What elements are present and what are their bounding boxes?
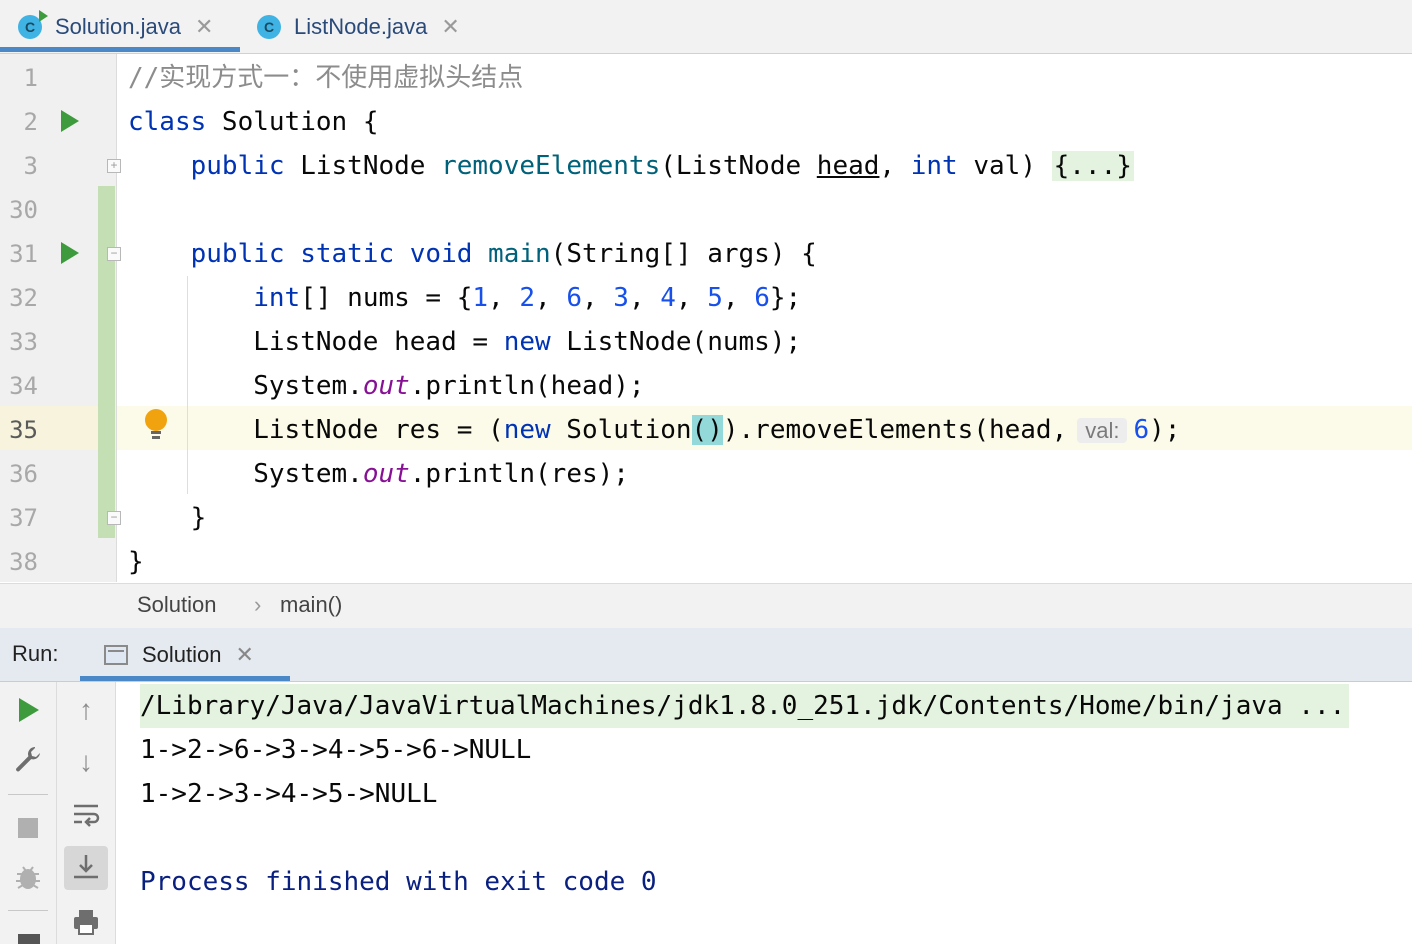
close-icon[interactable]: ✕	[195, 14, 213, 40]
down-arrow-icon[interactable]: ↓	[66, 746, 106, 778]
code-line-3[interactable]: public ListNode removeElements(ListNode …	[128, 144, 1134, 188]
breadcrumb: Solution › main()	[0, 583, 1412, 629]
code-line-2[interactable]: class Solution {	[128, 100, 378, 144]
tab-listnode-java[interactable]: C ListNode.java ✕	[257, 0, 460, 53]
line-number-current[interactable]: 35	[0, 416, 38, 444]
run-tab-label: Solution	[142, 641, 222, 667]
code-line-1[interactable]: //实现方式一：不使用虚拟头结点	[128, 56, 523, 100]
active-run-tab-indicator	[80, 676, 290, 681]
run-tab-solution[interactable]: Solution ✕	[104, 628, 254, 681]
run-label: Run:	[12, 641, 59, 666]
console-output-line[interactable]: 1->2->6->3->4->5->6->NULL	[140, 728, 531, 772]
breadcrumb-class[interactable]: Solution	[137, 592, 217, 618]
layout-icon[interactable]	[18, 934, 40, 944]
line-number[interactable]: 36	[0, 460, 38, 488]
code-line-36[interactable]: System.out.println(res);	[128, 452, 629, 496]
line-number[interactable]: 30	[0, 196, 38, 224]
code-line-32[interactable]: int[] nums = {1, 2, 6, 3, 4, 5, 6};	[128, 276, 801, 320]
line-number[interactable]: 32	[0, 284, 38, 312]
java-class-icon: C	[18, 9, 48, 39]
console-exit-message[interactable]: Process finished with exit code 0	[140, 860, 657, 904]
run-main-icon[interactable]	[61, 242, 79, 264]
code-line-35[interactable]: ListNode res = (new Solution()).removeEl…	[128, 408, 1180, 452]
code-line-38[interactable]: }	[128, 540, 144, 584]
fold-collapse-icon[interactable]: −	[107, 247, 121, 261]
line-number[interactable]: 37	[0, 504, 38, 532]
scroll-to-end-icon[interactable]	[66, 852, 106, 889]
line-number[interactable]: 3	[0, 152, 38, 180]
close-icon[interactable]: ✕	[441, 14, 459, 40]
matched-parentheses: ()	[691, 415, 723, 445]
line-number[interactable]: 38	[0, 548, 38, 576]
code-line-33[interactable]: ListNode head = new ListNode(nums);	[128, 320, 801, 364]
breadcrumb-method[interactable]: main()	[280, 592, 342, 618]
console-command-line[interactable]: /Library/Java/JavaVirtualMachines/jdk1.8…	[140, 684, 1350, 728]
parameter-hint: val:	[1077, 418, 1128, 443]
vcs-change-marker[interactable]	[98, 186, 115, 538]
code-line-34[interactable]: System.out.println(head);	[128, 364, 644, 408]
line-number[interactable]: 2	[0, 108, 38, 136]
line-number[interactable]: 31	[0, 240, 38, 268]
console-icon	[104, 644, 128, 665]
line-number[interactable]: 33	[0, 328, 38, 356]
line-number[interactable]: 34	[0, 372, 38, 400]
editor-tab-bar: C Solution.java ✕ C ListNode.java ✕	[0, 0, 1412, 54]
java-class-icon: C	[257, 14, 281, 39]
close-icon[interactable]: ✕	[236, 642, 254, 668]
stop-icon[interactable]	[18, 818, 38, 838]
soft-wrap-icon[interactable]	[66, 800, 106, 837]
print-icon[interactable]	[66, 906, 106, 943]
rerun-icon[interactable]	[19, 698, 39, 722]
debug-bug-icon[interactable]	[8, 862, 48, 899]
run-console[interactable]: ↑ ↓ /Library/Java/JavaVirtualMachines/jd…	[0, 682, 1412, 944]
toolbar-separator	[8, 910, 48, 911]
run-class-icon[interactable]	[61, 110, 79, 132]
code-line-31[interactable]: public static void main(String[] args) {	[128, 232, 817, 276]
line-number[interactable]: 1	[0, 64, 38, 92]
tab-label: Solution.java	[55, 13, 181, 39]
toolbar-separator	[8, 794, 48, 795]
active-tab-indicator	[0, 47, 240, 52]
folded-code-block[interactable]: {...}	[1051, 151, 1134, 181]
run-toolbar-secondary: ↑ ↓	[57, 682, 116, 944]
run-tool-window-header: Run: Solution ✕	[0, 628, 1412, 682]
settings-wrench-icon[interactable]	[8, 744, 48, 781]
tab-solution-java[interactable]: C Solution.java ✕	[18, 0, 213, 53]
fold-expand-icon[interactable]: +	[107, 159, 121, 173]
code-line-37[interactable]: }	[128, 496, 207, 540]
breadcrumb-separator: ›	[254, 592, 262, 617]
code-editor[interactable]: 1 2 3 30 31 32 33 34 35 36 37 38 + − − /…	[0, 54, 1412, 582]
up-arrow-icon[interactable]: ↑	[66, 694, 106, 726]
tab-label: ListNode.java	[294, 13, 428, 39]
console-output-line[interactable]: 1->2->3->4->5->NULL	[140, 772, 437, 816]
run-toolbar-primary	[0, 682, 57, 944]
fold-end-icon[interactable]: −	[107, 511, 121, 525]
